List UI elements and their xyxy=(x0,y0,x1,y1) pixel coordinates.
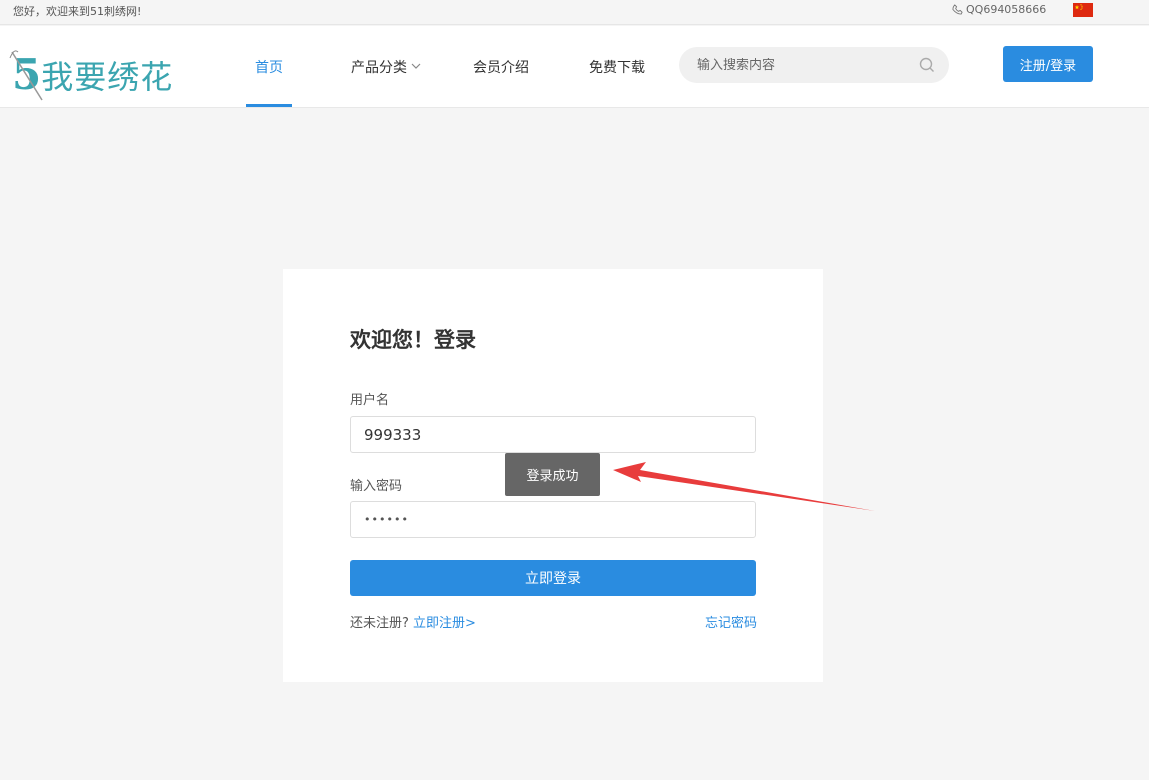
nav-home[interactable]: 首页 xyxy=(246,26,292,107)
main-nav: 首页 产品分类 会员介绍 免费下载 xyxy=(246,26,645,107)
username-value: 999333 xyxy=(364,425,422,444)
nav-home-label: 首页 xyxy=(255,59,283,76)
nav-membership-label: 会员介绍 xyxy=(473,59,529,76)
logo-text: 我要绣花 xyxy=(41,58,174,96)
nav-product-categories[interactable]: 产品分类 xyxy=(351,26,421,107)
chevron-down-icon xyxy=(411,61,421,72)
search-icon[interactable] xyxy=(919,57,935,77)
login-title: 欢迎您！登录 xyxy=(350,328,476,352)
password-value: •••••• xyxy=(364,513,409,526)
forgot-password-link[interactable]: 忘记密码 xyxy=(705,612,757,631)
register-prompt: 还未注册? 立即注册> xyxy=(350,612,476,631)
search-input[interactable] xyxy=(697,57,897,73)
nav-product-categories-label: 产品分类 xyxy=(351,59,407,76)
china-flag-icon[interactable] xyxy=(1073,3,1093,17)
phone-icon xyxy=(952,4,963,15)
needle-icon xyxy=(9,50,43,101)
search-box xyxy=(679,47,949,83)
username-label: 用户名 xyxy=(350,393,390,408)
password-label: 输入密码 xyxy=(350,479,403,494)
nav-free-download[interactable]: 免费下载 xyxy=(589,26,645,107)
username-field[interactable]: 999333 xyxy=(350,416,756,453)
contact-qq: QQ694058666 xyxy=(966,3,1047,16)
register-login-button[interactable]: 注册/登录 xyxy=(1003,46,1093,82)
top-bar: 您好，欢迎来到51刺绣网! QQ694058666 xyxy=(0,0,1149,25)
password-field[interactable]: •••••• xyxy=(350,501,756,538)
nav-free-download-label: 免费下载 xyxy=(589,59,645,76)
logo-digit: 5 xyxy=(9,50,43,101)
contact-info: QQ694058666 xyxy=(952,3,1046,16)
register-link[interactable]: 立即注册> xyxy=(413,616,476,631)
header: 5 我要绣花 首页 产品分类 会员介绍 免费下载 xyxy=(0,26,1149,108)
no-account-text: 还未注册? xyxy=(350,616,409,631)
nav-membership[interactable]: 会员介绍 xyxy=(473,26,529,107)
login-submit-button[interactable]: 立即登录 xyxy=(350,560,756,596)
welcome-text: 您好，欢迎来到51刺绣网! xyxy=(13,5,142,18)
site-logo[interactable]: 5 我要绣花 xyxy=(9,42,174,101)
login-success-toast: 登录成功 xyxy=(505,453,600,496)
